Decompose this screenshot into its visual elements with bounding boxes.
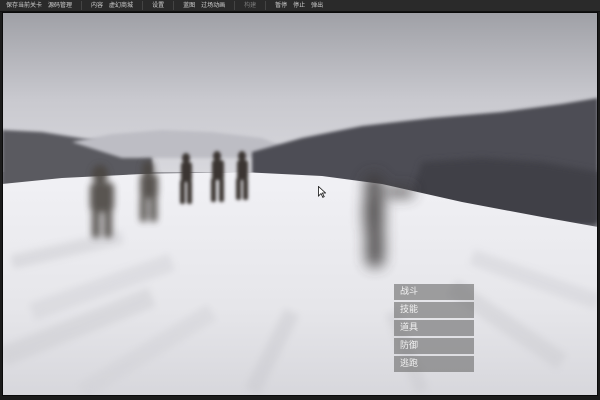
toolbar-divider — [265, 1, 267, 10]
marketplace-button[interactable]: 虚幻商城 — [106, 0, 136, 12]
blueprints-button[interactable]: 蓝图 — [180, 0, 198, 12]
eject-button[interactable]: 弹出 — [308, 0, 326, 12]
battle-menu-skill[interactable]: 技能 — [394, 302, 474, 318]
toolbar-divider — [81, 1, 83, 10]
pause-button[interactable]: 暂停 — [272, 0, 290, 12]
stop-button[interactable]: 停止 — [290, 0, 308, 12]
mouse-cursor-icon — [318, 186, 326, 198]
source-control-button[interactable]: 源码管理 — [45, 0, 75, 12]
toolbar-divider — [234, 1, 236, 10]
cinematics-button[interactable]: 过场动画 — [198, 0, 228, 12]
battle-menu-defend[interactable]: 防御 — [394, 338, 474, 354]
editor-toolbar: 保存当前关卡 源码管理 内容 虚幻商城 设置 蓝图 过场动画 构建 暂停 停止 … — [0, 0, 600, 12]
battle-menu-item[interactable]: 道具 — [394, 320, 474, 336]
save-current-level-button[interactable]: 保存当前关卡 — [3, 0, 45, 12]
settings-button[interactable]: 设置 — [149, 0, 167, 12]
toolbar-divider — [173, 1, 175, 10]
game-viewport[interactable] — [2, 12, 598, 396]
toolbar-divider — [142, 1, 144, 10]
battle-menu-attack[interactable]: 战斗 — [394, 284, 474, 300]
snow-battle-scene — [2, 12, 598, 396]
build-button[interactable]: 构建 — [241, 0, 259, 12]
content-button[interactable]: 内容 — [88, 0, 106, 12]
battle-command-menu: 战斗 技能 道具 防御 逃跑 — [394, 284, 474, 372]
battle-menu-escape[interactable]: 逃跑 — [394, 356, 474, 372]
